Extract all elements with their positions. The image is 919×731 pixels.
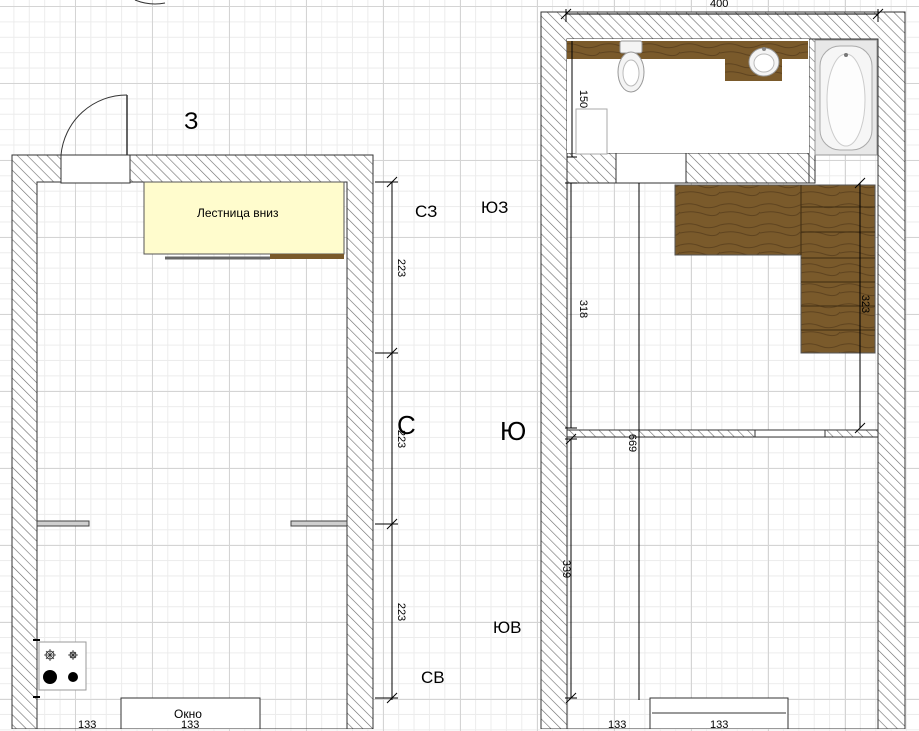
floor-plan: [11, 0, 906, 729]
bathroom-door-opening: [615, 152, 687, 184]
compass-west: З: [184, 108, 199, 135]
stairs-down-label: Лестница вниз: [197, 206, 279, 220]
staircase-icon: [674, 184, 876, 354]
sink-icon: [748, 47, 780, 77]
compass-southeast: ЮВ: [493, 618, 522, 637]
dimension-label-133-left: 133: [78, 719, 97, 731]
dimension-label-133-window: 133: [181, 719, 200, 731]
left-door-opening: [60, 154, 131, 184]
dimension-label-223-middle: 223: [395, 429, 408, 449]
top-dimension-label: 400: [710, 0, 729, 10]
bathroom-wall-divider: [808, 38, 816, 184]
compass-south: Ю: [500, 416, 527, 446]
stove-icon: [38, 641, 87, 691]
middle-partition: [566, 429, 879, 438]
door-swing-fragment: [134, 0, 166, 5]
stairs-down-wood-strip: [270, 254, 344, 259]
compass-northwest: СЗ: [415, 202, 438, 221]
bathroom-wall: [566, 152, 812, 184]
dimension-label-669: 669: [626, 433, 639, 453]
bathtub-icon: [814, 39, 878, 156]
dimension-label-339: 339: [560, 559, 573, 579]
partition-stub-right: [290, 520, 348, 527]
dimension-label-223-bottom: 223: [395, 602, 408, 622]
dimension-label-133-right-door: 133: [710, 719, 729, 731]
dimension-label-318: 318: [577, 299, 590, 319]
left-floor-plan: [11, 0, 398, 729]
dimension-label-133-right-left: 133: [608, 719, 627, 731]
dimension-label-323: 323: [859, 294, 872, 314]
toilet-icon: [617, 40, 645, 93]
dimension-label-223-top: 223: [395, 258, 408, 278]
partition-stub-left: [36, 520, 90, 527]
right-floor-plan: [540, 8, 906, 729]
door-swing-icon: [60, 94, 128, 156]
compass-southwest: ЮЗ: [481, 198, 509, 217]
compass-northeast: СВ: [421, 668, 445, 687]
bathroom-cabinet: [575, 108, 608, 155]
middle-partition-opening: [754, 429, 826, 438]
dimension-label-150: 150: [577, 89, 590, 109]
